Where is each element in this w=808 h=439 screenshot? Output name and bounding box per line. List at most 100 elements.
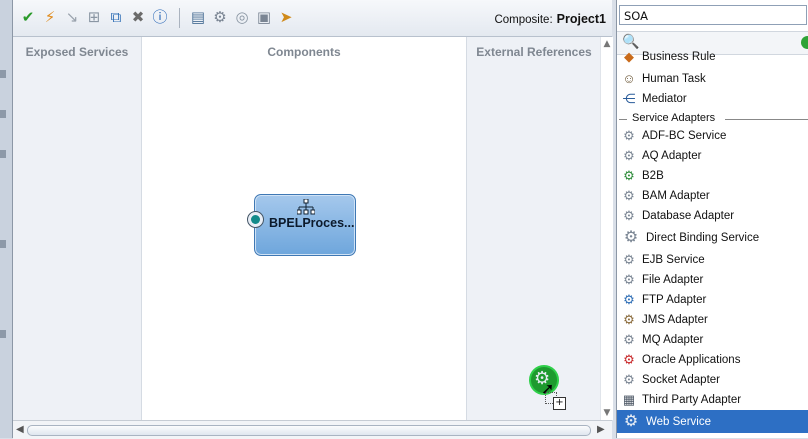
scroll-thumb[interactable] — [27, 425, 591, 436]
palette-item-label: JMS Adapter — [642, 314, 708, 326]
edge-marker — [0, 150, 6, 158]
palette-item-label: EJB Service — [642, 254, 705, 266]
composite-title: Composite: Project1 — [494, 12, 606, 26]
binoculars-icon[interactable]: 🔍 — [622, 34, 639, 50]
palette-item-label: Oracle Applications — [642, 354, 741, 366]
palette-item-aq-adapter[interactable]: ⚙ AQ Adapter — [617, 146, 808, 166]
properties-icon[interactable]: ▣ — [255, 8, 273, 26]
palette-item-label: FTP Adapter — [642, 294, 707, 306]
component-label: BPELProces... — [269, 216, 355, 230]
third-party-adapter-icon: ▦ — [622, 392, 636, 407]
palette-item-label: Business Rule — [642, 51, 716, 63]
bam-adapter-icon: ⚙ — [623, 188, 635, 203]
palette-item-human-task[interactable]: ☺ Human Task — [617, 69, 808, 89]
palette-item-label: AQ Adapter — [642, 150, 702, 162]
exposed-services-lane[interactable]: Exposed Services — [13, 37, 142, 420]
palette-item-b2b[interactable]: ⚙ B2B — [617, 166, 808, 186]
deploy-icon[interactable]: ◎ — [233, 8, 251, 26]
palette-item-database-adapter[interactable]: ⚙ Database Adapter — [617, 206, 808, 226]
scroll-right-icon[interactable]: ▶ — [597, 424, 605, 435]
database-adapter-icon: ⚙ — [623, 208, 635, 223]
palette-item-business-rule[interactable]: ◆ Business Rule — [617, 50, 808, 64]
palette-item-label: Web Service — [646, 415, 711, 428]
run-icon[interactable]: ➤ — [277, 8, 295, 26]
scroll-up-icon[interactable]: ▲ — [602, 39, 612, 49]
palette-item-direct-binding-service[interactable]: ⚙ Direct Binding Service — [617, 226, 808, 250]
business-rule-icon: ◆ — [624, 50, 634, 64]
palette-item-label: Socket Adapter — [642, 374, 720, 386]
palette-item-ejb-service[interactable]: ⚙ EJB Service — [617, 250, 808, 270]
palette-item-file-adapter[interactable]: ⚙ File Adapter — [617, 270, 808, 290]
settings-icon[interactable]: ⚙ — [211, 8, 229, 26]
external-references-lane[interactable]: External References — [466, 37, 601, 420]
file-adapter-icon: ⚙ — [623, 272, 635, 287]
add-component-icon[interactable]: ⊞ — [85, 8, 103, 26]
palette-item-label: ADF-BC Service — [642, 130, 727, 142]
lightning-deploy-icon[interactable]: ⚡ — [41, 8, 59, 26]
composite-label: Composite: — [494, 14, 553, 26]
palette-item-socket-adapter[interactable]: ⚙ Socket Adapter — [617, 370, 808, 390]
oracle-applications-icon: ⚙ — [623, 352, 635, 367]
socket-adapter-icon: ⚙ — [623, 372, 635, 387]
exposed-services-title: Exposed Services — [25, 45, 129, 59]
mouse-pointer-icon: ➚ — [541, 379, 555, 398]
palette-item-label: Human Task — [642, 73, 706, 85]
palette-item-label: BAM Adapter — [642, 190, 710, 202]
horizontal-scrollbar[interactable]: ◀ ▶ — [13, 420, 612, 439]
go-icon[interactable] — [801, 36, 808, 49]
palette-item-label: MQ Adapter — [642, 334, 704, 346]
editor-toolbar: ✔ ⚡ ↘ ⊞ ⧉ ✖ ⓘ ▤ ⚙ ◎ ▣ ➤ Composite: Projec… — [13, 0, 612, 37]
info-icon[interactable]: ⓘ — [151, 8, 169, 26]
composite-editor: ✔ ⚡ ↘ ⊞ ⧉ ✖ ⓘ ▤ ⚙ ◎ ▣ ➤ Composite: Projec… — [12, 0, 613, 439]
palette-item-jms-adapter[interactable]: ⚙ JMS Adapter — [617, 310, 808, 330]
ftp-adapter-icon: ⚙ — [623, 292, 635, 307]
palette-item-third-party-adapter[interactable]: ▦ Third Party Adapter — [617, 390, 808, 410]
edge-marker — [0, 330, 6, 338]
human-task-icon: ☺ — [622, 71, 636, 86]
palette-item-web-service[interactable]: ⚙ Web Service — [617, 410, 808, 433]
section-title: Service Adapters — [632, 112, 716, 124]
service-port-icon[interactable] — [247, 211, 264, 228]
service-adapters-header: Service Adapters — [617, 111, 808, 127]
palette-item-label: File Adapter — [642, 274, 704, 286]
wire-icon[interactable]: ↘ — [63, 8, 81, 26]
palette-item-label: Direct Binding Service — [646, 232, 760, 244]
toolbar-separator — [179, 8, 180, 28]
drag-copy-icon: + — [553, 397, 566, 410]
palette-item-label: Mediator — [642, 93, 687, 105]
aq-adapter-icon: ⚙ — [623, 148, 635, 163]
edge-marker — [0, 240, 6, 248]
scroll-down-icon[interactable]: ▼ — [602, 408, 612, 418]
palette-item-oracle-applications[interactable]: ⚙ Oracle Applications — [617, 350, 808, 370]
web-service-icon: ⚙ — [623, 412, 639, 430]
test-icon[interactable]: ▤ — [189, 8, 207, 26]
jms-adapter-icon: ⚙ — [623, 312, 635, 327]
palette-category-select[interactable]: SOA — [619, 5, 807, 25]
section-divider — [619, 119, 627, 120]
edge-marker — [0, 70, 6, 78]
section-divider — [725, 119, 808, 120]
edge-marker — [0, 110, 6, 118]
mediator-icon: ⋲ — [622, 91, 636, 106]
palette-item-label: B2B — [642, 170, 664, 182]
external-references-title: External References — [476, 45, 592, 59]
palette-item-label: Third Party Adapter — [642, 394, 742, 406]
delete-icon[interactable]: ✖ — [129, 8, 147, 26]
direct-binding-service-icon: ⚙ — [623, 229, 639, 246]
palette-item-ftp-adapter[interactable]: ⚙ FTP Adapter — [617, 290, 808, 310]
layout-icon[interactable]: ⧉ — [107, 8, 125, 26]
component-palette: SOA 🔍 ◆ Business Rule ☺ Human Task ⋲ Med… — [616, 0, 808, 438]
palette-item-bam-adapter[interactable]: ⚙ BAM Adapter — [617, 186, 808, 206]
process-tree-icon — [297, 199, 315, 215]
bpel-process-component[interactable]: BPELProces... — [247, 194, 356, 256]
palette-item-mq-adapter[interactable]: ⚙ MQ Adapter — [617, 330, 808, 350]
validate-check-icon[interactable]: ✔ — [19, 8, 37, 26]
adf-bc-service-icon: ⚙ — [623, 128, 635, 143]
scroll-left-icon[interactable]: ◀ — [16, 424, 24, 435]
palette-item-adf-bc-service[interactable]: ⚙ ADF-BC Service — [617, 126, 808, 146]
mq-adapter-icon: ⚙ — [623, 332, 635, 347]
palette-item-mediator[interactable]: ⋲ Mediator — [617, 89, 808, 109]
ejb-service-icon: ⚙ — [623, 252, 635, 267]
palette-item-label: Database Adapter — [642, 210, 735, 222]
vertical-scrollbar[interactable]: ▲ ▼ — [600, 37, 613, 420]
